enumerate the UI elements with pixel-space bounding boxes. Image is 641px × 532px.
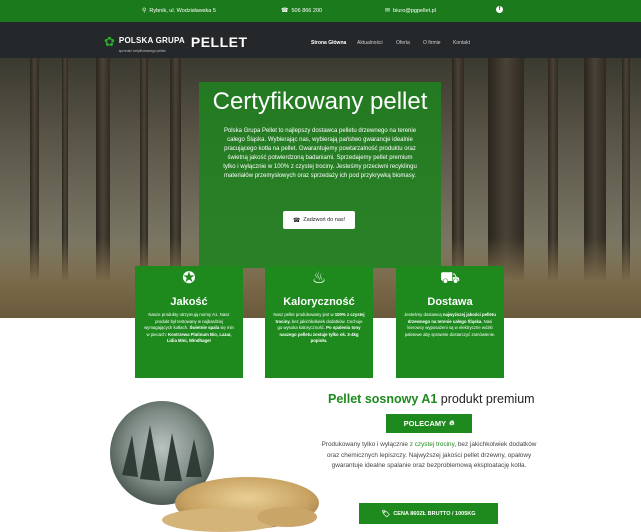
hero-title: Certyfikowany pellet xyxy=(212,88,428,115)
address-text: Rybnik, ul. Wodzisławska 5 xyxy=(149,7,216,14)
phone-item[interactable]: ☎ 506 866 200 xyxy=(281,7,322,15)
pellet-product-image xyxy=(110,401,319,532)
email-text[interactable]: biuro@pgpellet.pl xyxy=(393,8,436,14)
hero-panel: Certyfikowany pellet Polska Grupa Pellet… xyxy=(199,82,441,268)
recommended-badge[interactable]: POLECAMY 🔥︎ xyxy=(386,414,472,433)
logo-line3: PELLET xyxy=(190,33,248,50)
card-title: Dostawa xyxy=(427,296,473,308)
card-title: Jakość xyxy=(170,296,208,308)
phone-text[interactable]: 506 866 200 xyxy=(291,8,322,14)
call-us-button[interactable]: ☎ Zadzwoń do nas! xyxy=(283,211,355,229)
hero-text: Polska Grupa Pellet to najlepszy dostawc… xyxy=(223,128,417,179)
price-label: CENA 860ZŁ BRUTTO / 1005KG xyxy=(393,510,476,517)
leaf-icon: ✿ xyxy=(104,34,115,49)
site-logo[interactable]: ✿ POLSKA GRUPA sprzedaż certyfikowanego … xyxy=(104,30,248,54)
badge-label: POLECAMY xyxy=(403,419,447,428)
feature-card-calorific: ♨ Kaloryczność Nasz pellet produkowany j… xyxy=(265,266,373,378)
card-text: Nasz pellet produkowany jest w 100% z cz… xyxy=(273,312,365,344)
tag-icon: 🏷︎ xyxy=(381,510,391,518)
nav-item-news[interactable]: Aktualności xyxy=(357,40,383,46)
card-text: Nasze produkty utrzymują normy A1. Nasz … xyxy=(144,312,234,344)
product-title: Pellet sosnowy A1 produkt premium xyxy=(328,392,535,406)
phone-icon: ☎ xyxy=(292,217,301,224)
card-title: Kaloryczność xyxy=(283,296,355,308)
logo-text-block: POLSKA GRUPA sprzedaż certyfikowanego pe… xyxy=(119,30,185,53)
nav-item-home[interactable]: Strona Główna xyxy=(311,40,346,46)
logo-line2: sprzedaż certyfikowanego pelletu xyxy=(118,49,167,53)
envelope-icon: ✉ xyxy=(385,8,391,14)
phone-icon: ☎ xyxy=(281,8,289,14)
logo-line1: POLSKA GRUPA xyxy=(118,36,185,45)
address-item: ⚲ Rybnik, ul. Wodzisławska 5 xyxy=(142,7,216,15)
feature-card-quality: ✪ Jakość Nasze produkty utrzymują normy … xyxy=(135,266,243,378)
flame-icon: 🔥︎ xyxy=(449,419,455,427)
top-contact-bar: ⚲ Rybnik, ul. Wodzisławska 5 ☎ 506 866 2… xyxy=(0,0,641,22)
price-button[interactable]: 🏷︎ CENA 860ZŁ BRUTTO / 1005KG xyxy=(359,503,498,524)
truck-icon: ⛟ xyxy=(439,270,461,287)
map-marker-icon: ⚲ xyxy=(142,8,147,14)
product-description: Produkowany tylko i wyłącznie z czystej … xyxy=(321,441,537,470)
nav-item-offer[interactable]: Oferta xyxy=(396,40,410,46)
nav-item-about[interactable]: O firmie xyxy=(423,40,441,46)
card-text: Jesteśmy dostawcą najwyższej jakości pel… xyxy=(404,312,496,337)
medal-icon: ✪ xyxy=(182,270,196,287)
call-us-label: Zadzwoń do nas! xyxy=(303,217,346,223)
facebook-icon: f xyxy=(496,6,503,13)
facebook-link[interactable]: f xyxy=(496,6,503,13)
email-item[interactable]: ✉ biuro@pgpellet.pl xyxy=(385,7,436,15)
fire-icon: ♨ xyxy=(311,270,327,287)
main-navbar: ✿ POLSKA GRUPA sprzedaż certyfikowanego … xyxy=(0,22,641,58)
nav-item-contact[interactable]: Kontakt xyxy=(453,40,470,46)
feature-card-delivery: ⛟ Dostawa Jesteśmy dostawcą najwyższej j… xyxy=(396,266,504,378)
